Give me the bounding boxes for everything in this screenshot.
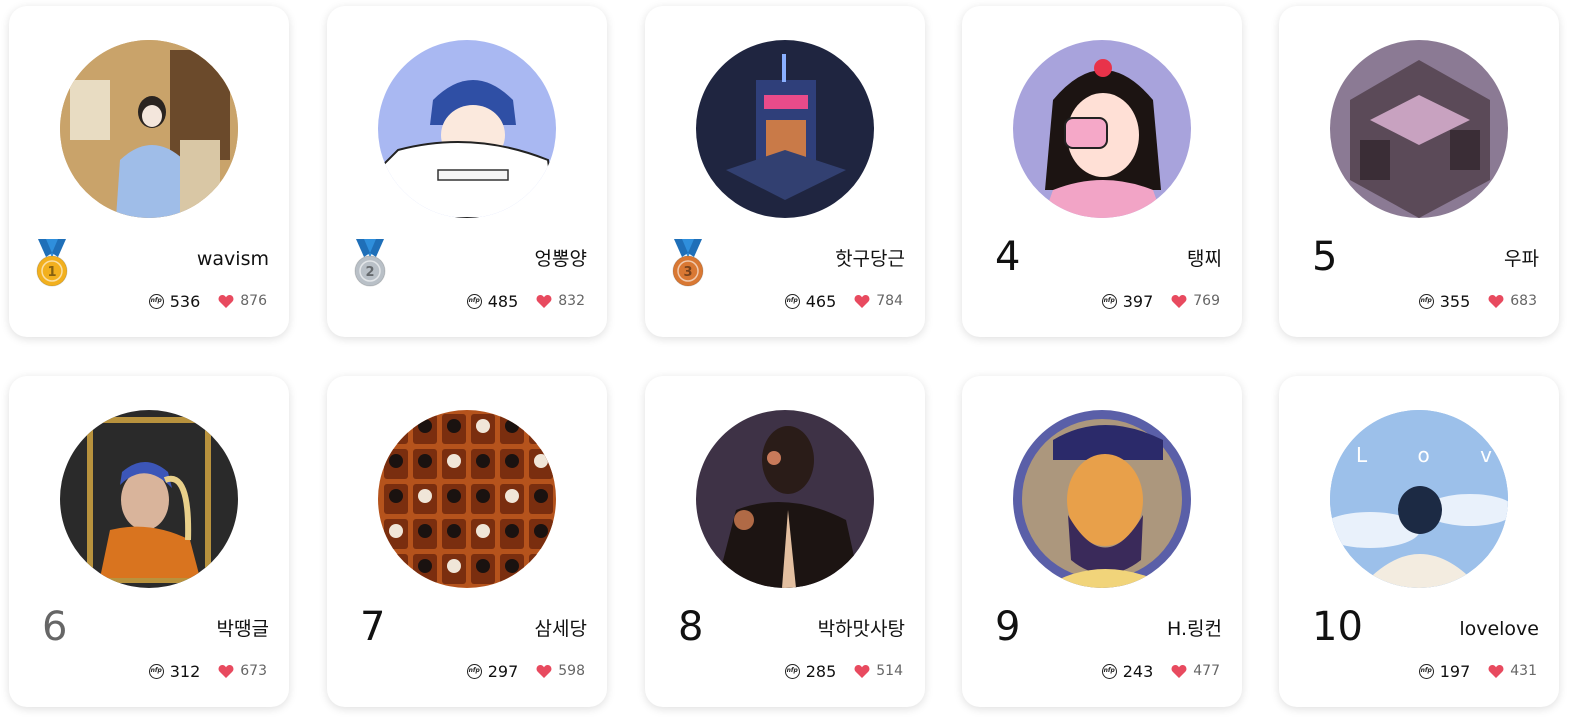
likes-count: 598 xyxy=(558,663,585,679)
stats-row: nfp 397 769 xyxy=(1101,291,1220,311)
avatar[interactable] xyxy=(60,40,238,218)
svg-text:3: 3 xyxy=(683,265,692,280)
heart-icon[interactable] xyxy=(218,294,234,309)
heart-icon[interactable] xyxy=(1488,294,1504,309)
likes-count: 431 xyxy=(1510,663,1537,679)
rank-number: 7 xyxy=(360,604,386,650)
heart-icon[interactable] xyxy=(1488,664,1504,679)
ranking-card[interactable]: 8 박하맛사탕 nfp 285 514 xyxy=(645,376,925,707)
user-name[interactable]: 박하맛사탕 xyxy=(818,620,905,639)
user-name[interactable]: 삼세당 xyxy=(535,620,587,639)
user-name[interactable]: wavism xyxy=(197,250,269,269)
nfp-icon: nfp xyxy=(784,293,800,309)
ranking-card[interactable]: L o v e 10 lovelove nfp 197 431 xyxy=(1279,376,1559,707)
svg-text:1: 1 xyxy=(47,265,56,280)
avatar[interactable] xyxy=(1013,40,1191,218)
heart-icon[interactable] xyxy=(536,294,552,309)
stats-row: nfp 297 598 xyxy=(466,661,585,681)
avatar[interactable] xyxy=(1330,40,1508,218)
avatar[interactable] xyxy=(378,40,556,218)
user-name[interactable]: H.링컨 xyxy=(1167,620,1222,639)
bronze-medal-icon: 3 xyxy=(670,239,706,289)
user-name[interactable]: 엉뽕양 xyxy=(535,250,587,269)
nfp-icon: nfp xyxy=(148,663,164,679)
likes-count: 514 xyxy=(876,663,903,679)
ranking-card[interactable]: 9 H.링컨 nfp 243 477 xyxy=(962,376,1242,707)
nfp-icon: nfp xyxy=(784,663,800,679)
ranking-card[interactable]: 4 탱찌 nfp 397 769 xyxy=(962,6,1242,337)
user-name[interactable]: 우파 xyxy=(1504,250,1539,269)
gold-medal-icon: 1 xyxy=(34,239,70,289)
likes-count: 784 xyxy=(876,293,903,309)
nfp-icon: nfp xyxy=(1418,663,1434,679)
svg-text:2: 2 xyxy=(365,265,374,280)
avatar[interactable] xyxy=(696,410,874,588)
silver-medal-icon: 2 xyxy=(352,239,388,289)
nfp-icon: nfp xyxy=(466,663,482,679)
nfp-count: 465 xyxy=(805,291,837,311)
user-name[interactable]: 박땡글 xyxy=(217,620,269,639)
stats-row: nfp 355 683 xyxy=(1418,291,1537,311)
ranking-card[interactable]: 6 박땡글 nfp 312 673 xyxy=(9,376,289,707)
nfp-count: 297 xyxy=(487,661,519,681)
stats-row: nfp 536 876 xyxy=(148,291,267,311)
nfp-count: 397 xyxy=(1122,291,1154,311)
ranking-card[interactable]: 3 핫구당근 nfp 465 784 xyxy=(645,6,925,337)
nfp-icon: nfp xyxy=(1418,293,1434,309)
stats-row: nfp 465 784 xyxy=(784,291,903,311)
likes-count: 876 xyxy=(240,293,267,309)
rank-number: 8 xyxy=(678,604,704,650)
nfp-count: 355 xyxy=(1439,291,1471,311)
avatar[interactable]: L o v e xyxy=(1330,410,1508,588)
user-name[interactable]: 핫구당근 xyxy=(835,250,905,269)
nfp-count: 243 xyxy=(1122,661,1154,681)
heart-icon[interactable] xyxy=(854,664,870,679)
avatar[interactable] xyxy=(1013,410,1191,588)
stats-row: nfp 312 673 xyxy=(148,661,267,681)
stats-row: nfp 485 832 xyxy=(466,291,585,311)
user-name[interactable]: lovelove xyxy=(1459,620,1539,639)
likes-count: 477 xyxy=(1193,663,1220,679)
nfp-icon: nfp xyxy=(148,293,164,309)
svg-text:L o v e: L o v e xyxy=(1356,443,1508,467)
avatar[interactable] xyxy=(378,410,556,588)
ranking-card[interactable]: 5 우파 nfp 355 683 xyxy=(1279,6,1559,337)
stats-row: nfp 197 431 xyxy=(1418,661,1537,681)
heart-icon[interactable] xyxy=(854,294,870,309)
heart-icon[interactable] xyxy=(1171,664,1187,679)
rank-number: 10 xyxy=(1312,604,1363,650)
likes-count: 673 xyxy=(240,663,267,679)
ranking-card[interactable]: 1 wavism nfp 536 876 xyxy=(9,6,289,337)
heart-icon[interactable] xyxy=(218,664,234,679)
nfp-count: 285 xyxy=(805,661,837,681)
heart-icon[interactable] xyxy=(1171,294,1187,309)
avatar[interactable] xyxy=(696,40,874,218)
likes-count: 683 xyxy=(1510,293,1537,309)
rank-number: 9 xyxy=(995,604,1021,650)
heart-icon[interactable] xyxy=(536,664,552,679)
ranking-grid: 1 wavism nfp 536 876 2 엉뽕양 nfp 485 832 3 핫구당근 nfp 465… xyxy=(0,0,1570,720)
likes-count: 769 xyxy=(1193,293,1220,309)
rank-number: 5 xyxy=(1312,234,1338,280)
user-name[interactable]: 탱찌 xyxy=(1187,250,1222,269)
nfp-count: 197 xyxy=(1439,661,1471,681)
avatar[interactable] xyxy=(60,410,238,588)
stats-row: nfp 285 514 xyxy=(784,661,903,681)
nfp-icon: nfp xyxy=(1101,293,1117,309)
nfp-count: 485 xyxy=(487,291,519,311)
nfp-count: 312 xyxy=(169,661,201,681)
nfp-icon: nfp xyxy=(466,293,482,309)
likes-count: 832 xyxy=(558,293,585,309)
nfp-icon: nfp xyxy=(1101,663,1117,679)
ranking-card[interactable]: 2 엉뽕양 nfp 485 832 xyxy=(327,6,607,337)
rank-number: 6 xyxy=(42,604,68,650)
stats-row: nfp 243 477 xyxy=(1101,661,1220,681)
ranking-card[interactable]: 7 삼세당 nfp 297 598 xyxy=(327,376,607,707)
rank-number: 4 xyxy=(995,234,1021,280)
nfp-count: 536 xyxy=(169,291,201,311)
